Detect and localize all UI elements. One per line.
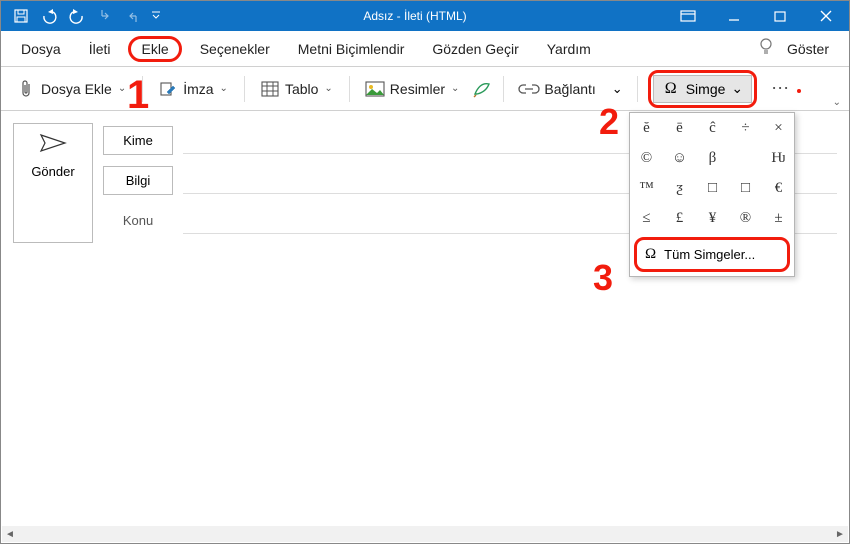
chevron-down-icon[interactable]: ⌄: [608, 81, 627, 97]
send-icon: [18, 134, 88, 158]
subject-label: Konu: [103, 213, 173, 228]
chevron-down-icon: ⌄: [220, 83, 228, 94]
to-button[interactable]: Kime: [103, 126, 173, 155]
symbol-cell[interactable]: [729, 143, 762, 173]
symbol-cell[interactable]: ×: [762, 113, 795, 143]
scroll-left-icon[interactable]: ◄: [2, 526, 18, 542]
table-button[interactable]: Tablo ⌄: [255, 76, 339, 102]
chevron-down-icon: ⌄: [324, 83, 332, 94]
horizontal-scrollbar[interactable]: ◄ ►: [2, 526, 848, 542]
symbol-cell[interactable]: ±: [762, 203, 795, 233]
symbol-cell[interactable]: ¥: [696, 203, 729, 233]
symbol-cell[interactable]: ÷: [729, 113, 762, 143]
tab-insert[interactable]: Ekle: [128, 36, 181, 62]
prev-icon[interactable]: [91, 1, 119, 31]
table-label: Tablo: [285, 81, 318, 97]
signature-button[interactable]: İmza ⌄: [153, 76, 234, 102]
tab-file[interactable]: Dosya: [11, 37, 71, 61]
save-icon[interactable]: [7, 1, 35, 31]
link-button[interactable]: Bağlantı: [514, 76, 601, 102]
ribbon-overflow-button[interactable]: ⋯: [763, 78, 799, 99]
send-button[interactable]: Gönder: [13, 123, 93, 243]
ink-button[interactable]: [471, 76, 493, 102]
tab-options[interactable]: Seçenekler: [190, 37, 280, 61]
customize-qat-icon[interactable]: [147, 1, 165, 31]
symbol-cell[interactable]: £: [663, 203, 696, 233]
cc-button[interactable]: Bilgi: [103, 166, 173, 195]
chevron-down-icon: ⌄: [451, 83, 459, 94]
symbol-cell[interactable]: Ƕ: [762, 143, 795, 173]
paperclip-icon: [17, 80, 35, 98]
all-symbols-button[interactable]: Ω Tüm Simgeler...: [634, 237, 790, 272]
symbol-dropdown: ĕ ē ĉ ÷ × © ☺ β Ƕ ™ ƺ □ □ € ≤ £ ¥ ® ± Ω …: [629, 112, 795, 277]
symbol-highlight: Ω Simge ⌄: [648, 70, 757, 108]
annotation-one: 1: [127, 73, 149, 118]
send-label: Gönder: [18, 164, 88, 179]
symbol-cell[interactable]: □: [729, 173, 762, 203]
scroll-right-icon[interactable]: ►: [832, 526, 848, 542]
redo-icon[interactable]: [63, 1, 91, 31]
link-label: Bağlantı: [544, 81, 595, 97]
symbol-cell[interactable]: €: [762, 173, 795, 203]
close-icon[interactable]: [803, 1, 849, 31]
minimize-icon[interactable]: [711, 1, 757, 31]
pictures-button[interactable]: Resimler ⌄: [360, 76, 466, 102]
picture-icon: [366, 80, 384, 98]
symbol-cell[interactable]: □: [696, 173, 729, 203]
annotation-dot: [797, 89, 801, 93]
chevron-down-icon: ⌄: [731, 80, 743, 97]
symbol-cell[interactable]: ≤: [630, 203, 663, 233]
symbol-cell[interactable]: ƺ: [663, 173, 696, 203]
attach-file-label: Dosya Ekle: [41, 81, 112, 97]
symbol-cell[interactable]: ē: [663, 113, 696, 143]
symbol-cell[interactable]: ĉ: [696, 113, 729, 143]
symbol-cell[interactable]: ☺: [663, 143, 696, 173]
all-symbols-label: Tüm Simgeler...: [664, 247, 755, 262]
tell-me[interactable]: Göster: [787, 37, 839, 61]
omega-icon: Ω: [662, 80, 680, 98]
symbol-cell[interactable]: β: [696, 143, 729, 173]
chevron-down-icon: ⌄: [118, 83, 126, 94]
window-controls: [665, 1, 849, 31]
lightbulb-icon: [759, 38, 773, 59]
tab-help[interactable]: Yardım: [537, 37, 601, 61]
ribbon-display-icon[interactable]: [665, 1, 711, 31]
pen-icon: [159, 80, 177, 98]
maximize-icon[interactable]: [757, 1, 803, 31]
tab-message[interactable]: İleti: [79, 37, 121, 61]
annotation-two: 2: [599, 101, 619, 143]
pictures-label: Resimler: [390, 81, 445, 97]
link-icon: [520, 80, 538, 98]
symbol-cell[interactable]: ™: [630, 173, 663, 203]
quick-access-toolbar: [1, 1, 165, 31]
omega-icon: Ω: [645, 246, 656, 263]
symbol-button[interactable]: Ω Simge ⌄: [653, 75, 752, 103]
signature-label: İmza: [183, 81, 213, 97]
title-bar: Adsız - İleti (HTML): [1, 1, 849, 31]
leaf-icon: [473, 80, 491, 98]
expand-ribbon-icon[interactable]: ⌄: [833, 97, 841, 108]
undo-icon[interactable]: [35, 1, 63, 31]
table-icon: [261, 80, 279, 98]
symbol-grid: ĕ ē ĉ ÷ × © ☺ β Ƕ ™ ƺ □ □ € ≤ £ ¥ ® ±: [630, 113, 794, 233]
window-title: Adsız - İleti (HTML): [165, 9, 665, 23]
annotation-three: 3: [593, 257, 613, 299]
symbol-cell[interactable]: ĕ: [630, 113, 663, 143]
ribbon-tabs: Dosya İleti Ekle Seçenekler Metni Biçiml…: [1, 31, 849, 67]
attach-file-button[interactable]: Dosya Ekle ⌄: [11, 76, 132, 102]
symbol-cell[interactable]: ®: [729, 203, 762, 233]
symbol-cell[interactable]: ©: [630, 143, 663, 173]
tab-review[interactable]: Gözden Geçir: [422, 37, 528, 61]
tab-format-text[interactable]: Metni Biçimlendir: [288, 37, 415, 61]
symbol-label: Simge: [686, 81, 726, 97]
next-icon[interactable]: [119, 1, 147, 31]
